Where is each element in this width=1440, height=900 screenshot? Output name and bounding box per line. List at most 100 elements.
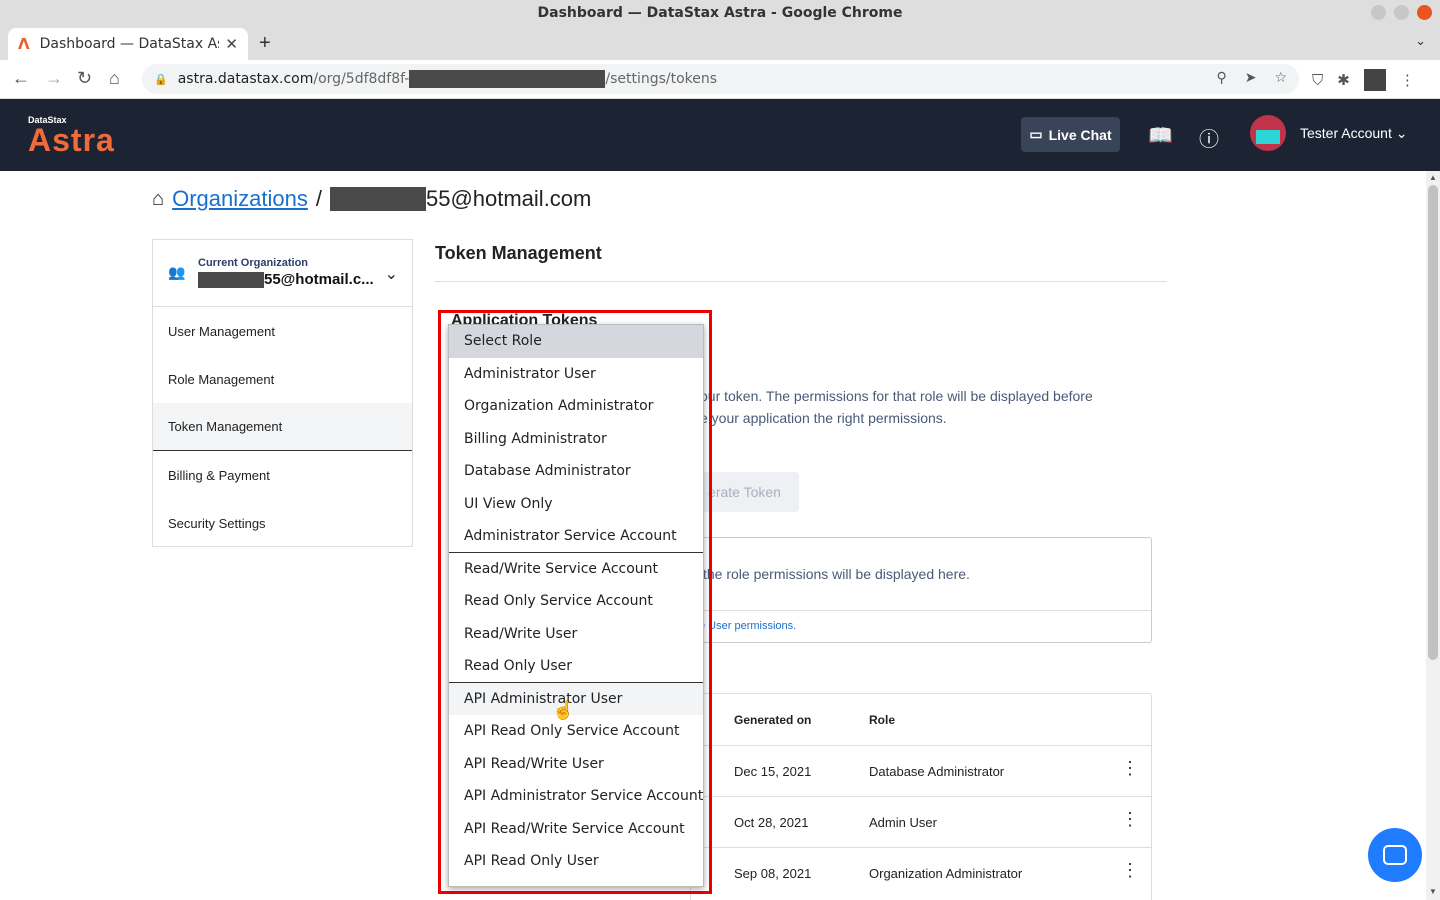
chat-launcher-button[interactable] bbox=[1368, 828, 1422, 882]
redacted-block bbox=[409, 70, 606, 88]
scroll-down-arrow-icon[interactable]: ▼ bbox=[1429, 887, 1437, 896]
scroll-thumb[interactable] bbox=[1428, 185, 1438, 660]
redacted-block bbox=[329, 187, 426, 211]
chat-bubble-icon: ▭ bbox=[1029, 126, 1043, 142]
forward-arrow-icon[interactable]: → bbox=[45, 68, 63, 89]
breadcrumb-current: 55@hotmail.com bbox=[425, 186, 592, 211]
browser-tab[interactable]: Λ Dashboard — DataStax As ✕ bbox=[8, 28, 248, 60]
url-path-end: /settings/tokens bbox=[605, 71, 718, 87]
column-header-role[interactable]: Role bbox=[869, 713, 895, 727]
table-cell-generated: Dec 15, 2021 bbox=[734, 764, 812, 779]
tab-close-icon[interactable]: ✕ bbox=[225, 35, 238, 53]
shield-extension-icon[interactable]: ⛉ bbox=[1312, 72, 1323, 89]
sidebar-item-user-management[interactable]: User Management bbox=[153, 307, 412, 355]
tokens-table: Generated on Role Dec 15, 2021 Database … bbox=[690, 693, 1152, 900]
kebab-menu-icon[interactable]: ⋮ bbox=[1121, 860, 1139, 881]
sidebar-item-billing-payment[interactable]: Billing & Payment bbox=[153, 451, 412, 499]
address-bar[interactable]: 🔒 astra.datastax.com /org/5df8df8f- /set… bbox=[142, 64, 1299, 94]
zoom-icon[interactable]: ⚲ bbox=[1216, 70, 1226, 86]
browser-menu-icon[interactable]: ⋮ bbox=[1400, 71, 1415, 89]
avatar[interactable] bbox=[1250, 115, 1286, 151]
account-name: Tester Account bbox=[1300, 125, 1392, 141]
table-row: Oct 28, 2021 Admin User ⋮ bbox=[691, 796, 1151, 847]
sidebar-item-token-management[interactable]: Token Management bbox=[153, 403, 412, 451]
select-role-dropdown[interactable]: Select Role Administrator User Organizat… bbox=[448, 324, 704, 887]
tab-search-chevron-icon[interactable]: ⌄ bbox=[1415, 33, 1426, 49]
table-cell-role: Database Administrator bbox=[869, 764, 1005, 779]
send-icon[interactable]: ➤ bbox=[1245, 70, 1257, 86]
live-chat-button[interactable]: ▭ Live Chat bbox=[1021, 117, 1120, 152]
chevron-down-icon: ⌄ bbox=[1395, 125, 1408, 141]
home-icon[interactable]: ⌂ bbox=[109, 68, 120, 89]
maximize-button[interactable] bbox=[1394, 5, 1409, 20]
description-line-2: e your application the right permissions… bbox=[700, 410, 947, 426]
puzzle-extensions-icon[interactable]: ✱ bbox=[1337, 71, 1350, 89]
divider bbox=[435, 281, 1167, 282]
kebab-menu-icon[interactable]: ⋮ bbox=[1121, 758, 1139, 779]
permissions-link[interactable]: e User permissions. bbox=[699, 620, 796, 632]
role-option[interactable]: API Read/Write User bbox=[449, 748, 703, 781]
role-option[interactable]: Select Role bbox=[449, 325, 703, 358]
tab-strip: Λ Dashboard — DataStax As ✕ + ⌄ bbox=[0, 26, 1440, 60]
redacted-block bbox=[198, 271, 264, 288]
org-label: Current Organization bbox=[198, 257, 309, 269]
org-selector[interactable]: 👥 Current Organization 55@hotmail.c... ⌄ bbox=[153, 240, 412, 307]
role-option[interactable]: Administrator Service Account bbox=[449, 520, 703, 553]
close-window-button[interactable] bbox=[1417, 5, 1432, 20]
scroll-up-arrow-icon[interactable]: ▲ bbox=[1429, 173, 1437, 182]
bookmark-star-icon[interactable]: ☆ bbox=[1274, 70, 1287, 86]
table-row: Dec 15, 2021 Database Administrator ⋮ bbox=[691, 745, 1151, 796]
new-tab-icon[interactable]: + bbox=[259, 32, 271, 55]
role-option[interactable]: API Administrator User bbox=[449, 682, 703, 715]
browser-toolbar: ← → ↻ ⌂ 🔒 astra.datastax.com /org/5df8df… bbox=[0, 60, 1440, 99]
lock-icon: 🔒 bbox=[154, 72, 168, 86]
role-option[interactable]: Organization Administrator bbox=[449, 390, 703, 423]
role-option[interactable]: Read Only User bbox=[449, 650, 703, 683]
role-option[interactable]: Read/Write User bbox=[449, 618, 703, 651]
chat-icon bbox=[1383, 845, 1407, 865]
role-option[interactable]: Database Administrator bbox=[449, 455, 703, 488]
sidebar-item-role-management[interactable]: Role Management bbox=[153, 355, 412, 403]
book-icon[interactable]: 📖 bbox=[1148, 123, 1173, 148]
window-title-bar: Dashboard — DataStax Astra - Google Chro… bbox=[0, 0, 1440, 26]
astra-favicon-icon: Λ bbox=[18, 35, 30, 53]
hand-cursor-icon: ☝ bbox=[552, 700, 575, 720]
role-option[interactable]: API Read Only User bbox=[449, 845, 703, 878]
breadcrumb: ⌂ Organizations / 55@hotmail.com bbox=[152, 186, 591, 212]
minimize-button[interactable] bbox=[1371, 5, 1386, 20]
home-icon: ⌂ bbox=[152, 187, 165, 210]
astra-logo[interactable]: DataStax Astra bbox=[28, 115, 115, 156]
live-chat-label: Live Chat bbox=[1048, 126, 1112, 143]
role-option[interactable]: API Read Only Service Account bbox=[449, 715, 703, 748]
breadcrumb-separator: / bbox=[315, 186, 322, 211]
table-cell-role: Admin User bbox=[869, 815, 937, 830]
breadcrumb-organizations-link[interactable]: Organizations bbox=[172, 186, 308, 212]
help-icon[interactable]: ⓘ bbox=[1199, 123, 1219, 152]
permissions-panel: the role permissions will be displayed h… bbox=[690, 537, 1152, 643]
app-header: DataStax Astra ▭ Live Chat 📖 ⓘ Tester Ac… bbox=[0, 99, 1440, 171]
column-header-generated[interactable]: Generated on bbox=[734, 713, 811, 727]
role-option[interactable]: Administrator User bbox=[449, 358, 703, 391]
url-path-start: /org/5df8df8f- bbox=[313, 71, 410, 87]
role-option[interactable]: API Read/Write Service Account bbox=[449, 813, 703, 846]
description-line-1: our token. The permissions for that role… bbox=[700, 388, 1093, 404]
account-menu[interactable]: Tester Account ⌄ bbox=[1300, 125, 1407, 142]
chevron-down-icon[interactable]: ⌄ bbox=[385, 264, 398, 284]
kebab-menu-icon[interactable]: ⋮ bbox=[1121, 809, 1139, 830]
page-title: Token Management bbox=[435, 243, 602, 263]
role-option[interactable]: API Administrator Service Account bbox=[449, 780, 703, 813]
profile-icon[interactable] bbox=[1363, 69, 1386, 91]
table-cell-generated: Oct 28, 2021 bbox=[734, 815, 809, 830]
reload-icon[interactable]: ↻ bbox=[77, 68, 92, 89]
page-scrollbar[interactable]: ▲ ▼ bbox=[1426, 171, 1440, 900]
role-option[interactable]: Read Only Service Account bbox=[449, 585, 703, 618]
role-option[interactable]: UI View Only bbox=[449, 488, 703, 521]
role-option[interactable]: Read/Write Service Account bbox=[449, 553, 703, 586]
description-text: our token. The permissions for that role… bbox=[700, 385, 1140, 429]
settings-sidebar: 👥 Current Organization 55@hotmail.c... ⌄… bbox=[152, 239, 413, 547]
url-host: astra.datastax.com bbox=[177, 71, 314, 87]
sidebar-item-security-settings[interactable]: Security Settings bbox=[153, 499, 412, 547]
role-option[interactable]: Billing Administrator bbox=[449, 423, 703, 456]
table-cell-role: Organization Administrator bbox=[869, 866, 1023, 881]
back-arrow-icon[interactable]: ← bbox=[12, 68, 30, 89]
